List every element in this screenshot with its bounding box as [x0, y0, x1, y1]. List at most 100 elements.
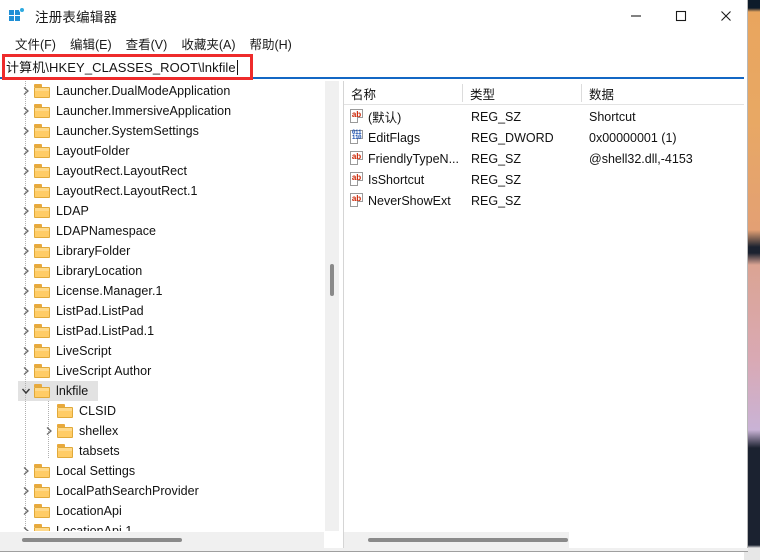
tree-node-localpathsearchprovider[interactable]: LocalPathSearchProvider	[0, 481, 324, 501]
value-type-cell: REG_SZ	[471, 151, 522, 166]
tree-node-label: LayoutRect.LayoutRect	[56, 164, 187, 178]
column-header-data[interactable]: 数据	[582, 81, 747, 105]
chevron-right-icon[interactable]	[18, 206, 34, 216]
tree-node-label: Launcher.ImmersiveApplication	[56, 104, 232, 118]
chevron-right-icon[interactable]	[18, 246, 34, 256]
menu-item-help[interactable]: 帮助(H)	[242, 32, 298, 55]
tree-node-launcher-immersiveapplication[interactable]: Launcher.ImmersiveApplication	[0, 101, 324, 121]
value-data-cell: @shell32.dll,-4153	[589, 151, 693, 166]
tree-node-librarylocation[interactable]: LibraryLocation	[0, 261, 324, 281]
close-button[interactable]	[703, 0, 748, 32]
menu-item-favorites[interactable]: 收藏夹(A)	[174, 32, 242, 55]
folder-icon	[34, 164, 51, 178]
tree-node-locationapi[interactable]: LocationApi	[0, 501, 324, 521]
folder-icon	[57, 444, 74, 458]
tree-node-lnkfile[interactable]: lnkfile	[0, 381, 324, 401]
tree-node-launcher-systemsettings[interactable]: Launcher.SystemSettings	[0, 121, 324, 141]
string-value-icon: ab	[350, 193, 364, 208]
tree-node-label: LiveScript Author	[56, 364, 152, 378]
chevron-right-icon[interactable]	[18, 306, 34, 316]
address-bar[interactable]: 计算机\HKEY_CLASSES_ROOT\lnkfile	[0, 55, 748, 79]
address-path-value: 计算机\HKEY_CLASSES_ROOT\lnkfile	[6, 59, 236, 75]
value-name-cell: IsShortcut	[368, 172, 425, 187]
chevron-right-icon[interactable]	[18, 486, 34, 496]
chevron-right-icon[interactable]	[41, 426, 57, 436]
tree-horizontal-scrollbar-thumb[interactable]	[22, 538, 182, 542]
chevron-right-icon[interactable]	[18, 186, 34, 196]
value-row[interactable]: ab IsShortcut REG_SZ	[344, 169, 747, 190]
tree-node-label: LayoutRect.LayoutRect.1	[56, 184, 198, 198]
tree-horizontal-scrollbar[interactable]	[0, 532, 324, 548]
registry-editor-window: 注册表编辑器 文件(F) 编辑(E) 查看(V) 收藏夹(A) 帮助(H) 计算…	[0, 0, 748, 552]
tree-node-label: Launcher.DualModeApplication	[56, 84, 231, 98]
folder-icon	[34, 224, 51, 238]
tree-node-listpad-listpad[interactable]: ListPad.ListPad	[0, 301, 324, 321]
window-bottom-border	[0, 548, 748, 552]
chevron-right-icon[interactable]	[18, 366, 34, 376]
value-data-cell: Shortcut	[589, 109, 636, 124]
chevron-right-icon[interactable]	[18, 106, 34, 116]
chevron-right-icon[interactable]	[18, 346, 34, 356]
values-scrollbar-track-end	[569, 532, 747, 548]
tree-node-livescript-author[interactable]: LiveScript Author	[0, 361, 324, 381]
tree-node-layoutrect-layoutrect[interactable]: LayoutRect.LayoutRect	[0, 161, 324, 181]
value-type-cell: REG_SZ	[471, 193, 522, 208]
tree-node-label: Launcher.SystemSettings	[56, 124, 199, 138]
tree-node-label: LocationApi.1	[56, 524, 133, 531]
tree-node-ldapnamespace[interactable]: LDAPNamespace	[0, 221, 324, 241]
tree-node-label: LayoutFolder	[56, 144, 130, 158]
folder-icon	[34, 184, 51, 198]
chevron-right-icon[interactable]	[18, 146, 34, 156]
column-header-type[interactable]: 类型	[463, 81, 581, 105]
maximize-button[interactable]	[658, 0, 703, 32]
chevron-right-icon[interactable]	[18, 506, 34, 516]
tree-node-libraryfolder[interactable]: LibraryFolder	[0, 241, 324, 261]
tree-node-label: License.Manager.1	[56, 284, 163, 298]
folder-icon	[34, 144, 51, 158]
chevron-right-icon[interactable]	[18, 526, 34, 531]
chevron-right-icon[interactable]	[18, 326, 34, 336]
chevron-down-icon[interactable]	[18, 387, 34, 395]
close-icon	[720, 11, 731, 21]
chevron-right-icon[interactable]	[18, 286, 34, 296]
tree-node-label: LibraryLocation	[56, 264, 143, 278]
string-value-icon: ab	[350, 172, 364, 187]
tree-node-local-settings[interactable]: Local Settings	[0, 461, 324, 481]
values-horizontal-scrollbar-thumb[interactable]	[368, 538, 568, 542]
value-type-cell: REG_SZ	[471, 109, 522, 124]
folder-icon	[34, 504, 51, 518]
chevron-right-icon[interactable]	[18, 166, 34, 176]
registry-values-rows: ab (默认) REG_SZ Shortcut 011 110 EditFlags REG_D…	[344, 105, 747, 211]
chevron-right-icon[interactable]	[18, 266, 34, 276]
chevron-right-icon[interactable]	[18, 466, 34, 476]
tree-node-layoutrect-layoutrect-1[interactable]: LayoutRect.LayoutRect.1	[0, 181, 324, 201]
value-row[interactable]: ab (默认) REG_SZ Shortcut	[344, 106, 747, 127]
tree-node-listpad-listpad-1[interactable]: ListPad.ListPad.1	[0, 321, 324, 341]
tree-node-locationapi-1[interactable]: LocationApi.1	[0, 521, 324, 531]
folder-icon	[34, 284, 51, 298]
value-row[interactable]: ab NeverShowExt REG_SZ	[344, 190, 747, 211]
value-name-cell: EditFlags	[368, 130, 421, 145]
tree-node-livescript[interactable]: LiveScript	[0, 341, 324, 361]
tree-node-ldap[interactable]: LDAP	[0, 201, 324, 221]
value-type-cell: REG_DWORD	[471, 130, 554, 145]
column-header-name[interactable]: 名称	[344, 81, 462, 105]
registry-tree-pane: Launcher.DualModeApplication Launcher.Imm…	[0, 81, 344, 548]
menu-item-edit[interactable]: 编辑(E)	[63, 32, 119, 55]
chevron-right-icon[interactable]	[18, 226, 34, 236]
menu-item-view[interactable]: 查看(V)	[119, 32, 175, 55]
minimize-button[interactable]	[613, 0, 658, 32]
folder-icon	[34, 344, 51, 358]
screenshot-root: 注册表编辑器 文件(F) 编辑(E) 查看(V) 收藏夹(A) 帮助(H) 计算…	[0, 0, 760, 560]
tree-node-launcher-dualmodeapplication[interactable]: Launcher.DualModeApplication	[0, 81, 324, 101]
tree-node-license-manager-1[interactable]: License.Manager.1	[0, 281, 324, 301]
value-row[interactable]: ab FriendlyTypeN... REG_SZ @shell32.dll,-41…	[344, 148, 747, 169]
tree-vertical-scrollbar[interactable]	[325, 81, 339, 531]
menu-item-file[interactable]: 文件(F)	[8, 32, 63, 55]
address-path-text: 计算机\HKEY_CLASSES_ROOT\lnkfile	[0, 57, 238, 76]
value-row[interactable]: 011 110 EditFlags REG_DWORD 0x00000001 (1)	[344, 127, 747, 148]
tree-node-layoutfolder[interactable]: LayoutFolder	[0, 141, 324, 161]
tree-vertical-scrollbar-thumb[interactable]	[330, 264, 334, 296]
chevron-right-icon[interactable]	[18, 126, 34, 136]
chevron-right-icon[interactable]	[18, 86, 34, 96]
